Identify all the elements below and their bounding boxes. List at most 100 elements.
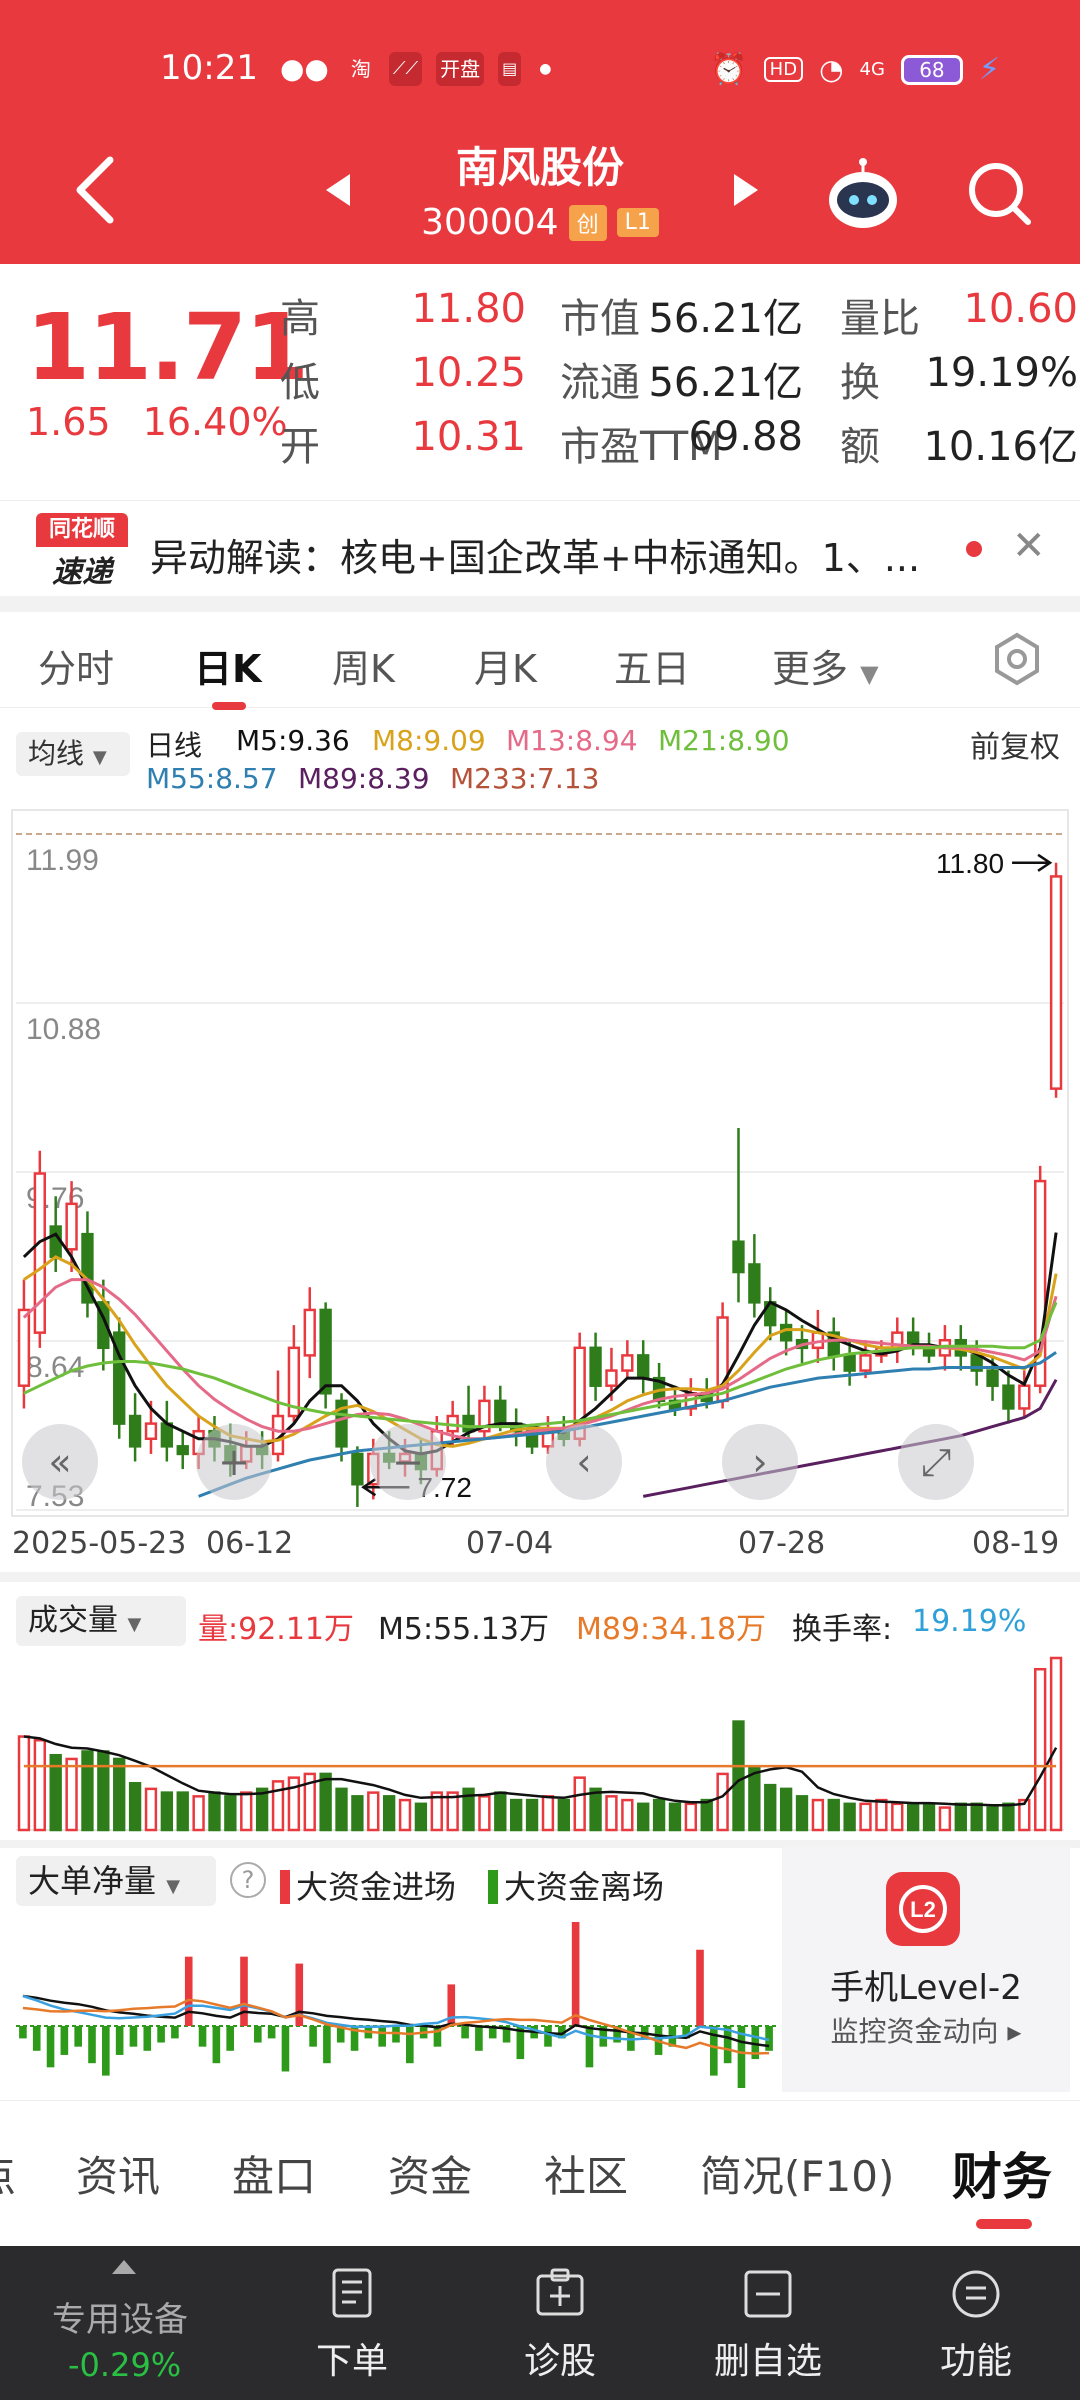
tab-orderbook[interactable]: 盘口 — [232, 2143, 316, 2204]
big-order-selector[interactable]: 大单净量 ▼ — [16, 1856, 216, 1906]
order-button[interactable]: 下单 — [272, 2266, 432, 2384]
candle-up — [33, 1172, 46, 1334]
quote-value: 69.88 — [688, 414, 803, 460]
news-text[interactable]: 异动解读：核电+国企改革+中标通知。1、... — [150, 527, 920, 582]
scroll-left-button[interactable]: ‹ — [546, 1424, 622, 1500]
tab-more[interactable]: 更多 ▼ — [772, 638, 879, 693]
tab-more-label: 更多 — [772, 647, 849, 691]
outflow-bar — [157, 2026, 165, 2043]
volume-bar-down — [557, 1798, 570, 1832]
device-change: -0.29% — [68, 2346, 182, 2384]
scroll-right-button[interactable]: › — [722, 1424, 798, 1500]
volume-bar-up — [398, 1798, 412, 1832]
signal-icon: 4G — [859, 59, 885, 80]
help-icon[interactable]: ? — [230, 1862, 266, 1898]
legend-inflow-label: 大资金进场 — [296, 1868, 457, 1906]
volume-bar-down — [795, 1795, 809, 1832]
big-order-chart[interactable] — [0, 1912, 780, 2092]
active-tab-indicator — [976, 2219, 1032, 2229]
volume-bar-up — [478, 1795, 491, 1832]
functions-button[interactable]: 功能 — [896, 2266, 1056, 2384]
quote-key: 额 — [840, 424, 880, 470]
tab-partial[interactable]: 点 — [0, 2143, 16, 2204]
diagnose-button[interactable]: 诊股 — [480, 2266, 640, 2384]
zoom-in-button[interactable]: + — [196, 1424, 272, 1500]
volume-m89: M89:34.18万 — [576, 1612, 767, 1647]
next-stock-icon[interactable] — [726, 170, 766, 210]
volume-bar-down — [954, 1802, 967, 1832]
candle-down — [589, 1346, 602, 1387]
search-icon[interactable] — [964, 158, 1034, 228]
news-logo-top: 同花顺 — [36, 513, 128, 547]
volume-selector[interactable]: 成交量 ▼ — [16, 1596, 186, 1646]
outflow-bar — [406, 2026, 414, 2064]
volume-bar-up — [716, 1772, 729, 1832]
tab-finance[interactable]: 财务 — [952, 2137, 1052, 2209]
news-ticker[interactable]: 同花顺 速递 异动解读：核电+国企改革+中标通知。1、... ✕ — [0, 500, 1080, 596]
outflow-bar — [115, 2026, 124, 2055]
y-tick-label: 11.99 — [26, 844, 99, 877]
tab-intraday[interactable]: 分时 — [38, 638, 114, 693]
settings-gear-icon[interactable] — [990, 632, 1044, 686]
order-doc-icon — [332, 2268, 372, 2318]
fullscreen-button[interactable]: ⤢ — [898, 1424, 974, 1500]
device-label[interactable]: 专用设备 — [52, 2292, 188, 2341]
quote-row: 开 10.31 市盈TTM 69.88 额 10.16亿 — [280, 414, 1080, 474]
volume-bar-up — [144, 1787, 158, 1832]
x-tick-label: 2025-05-23 — [12, 1526, 187, 1561]
chevron-down-icon: ▼ — [92, 747, 107, 768]
outflow-bar — [254, 2026, 262, 2043]
candle-down — [128, 1414, 142, 1448]
zoom-out-button[interactable]: − — [370, 1424, 446, 1500]
volume-bar-down — [732, 1720, 745, 1832]
jump-start-button[interactable]: « — [22, 1424, 98, 1500]
tab-weekly-k[interactable]: 周K — [332, 638, 395, 693]
volume-bar-down — [637, 1802, 650, 1832]
remove-watchlist-button[interactable]: 删自选 — [688, 2266, 848, 2384]
volume-bar-down — [319, 1772, 332, 1832]
board-tag: 创 — [568, 204, 607, 241]
volume-bar-down — [764, 1783, 777, 1832]
candle-up — [303, 1308, 316, 1357]
candle-down — [160, 1422, 174, 1448]
volume-bar-down — [113, 1757, 126, 1832]
volume-bar-up — [859, 1802, 872, 1832]
volume-bar-down — [208, 1791, 221, 1832]
tab-community[interactable]: 社区 — [544, 2143, 628, 2204]
inflow-bar — [240, 1956, 248, 2026]
bottom-action-bar: 专用设备 -0.29% 下单 诊股 删自选 功能 — [0, 2246, 1080, 2400]
candlestick-chart[interactable]: 11.9910.889.768.647.5311.807.72 — [0, 800, 1080, 1530]
y-tick-label: 10.88 — [26, 1013, 101, 1046]
tab-funds[interactable]: 资金 — [388, 2143, 472, 2204]
candle-down — [986, 1369, 999, 1387]
level2-badge-icon: L2 — [886, 1872, 960, 1946]
tab-monthly-k[interactable]: 月K — [474, 638, 537, 693]
close-icon[interactable]: ✕ — [1012, 523, 1046, 569]
tab-five-day[interactable]: 五日 — [614, 638, 690, 693]
quote-value: 10.16亿 — [923, 424, 1078, 470]
outflow-bar — [585, 2026, 594, 2068]
assistant-robot-icon[interactable] — [824, 156, 902, 234]
outflow-bar — [129, 2026, 138, 2047]
outflow-bar — [226, 2026, 234, 2051]
quote-panel: 11.71 1.65 16.40% 高 11.80 市值 56.21亿 量比 1… — [0, 264, 1080, 484]
detail-tabs: 点 资讯 盘口 资金 社区 简况(F10) 财务 — [0, 2100, 1080, 2229]
ma-selector[interactable]: 均线 ▼ — [16, 732, 130, 776]
quote-row: 低 10.25 流通 56.21亿 换 19.19% — [280, 350, 1080, 410]
outflow-bar — [267, 2026, 276, 2039]
level2-promo[interactable]: L2 手机Level-2 监控资金动向 ▸ — [782, 1846, 1070, 2092]
volume-bar-down — [351, 1795, 364, 1832]
outflow-bar — [212, 2026, 221, 2064]
volume-bar-down — [160, 1791, 174, 1832]
tab-f10[interactable]: 简况(F10) — [700, 2143, 894, 2204]
outflow-bar — [19, 2026, 27, 2039]
volume-chart[interactable] — [0, 1652, 1080, 1838]
expand-up-icon[interactable] — [112, 2260, 136, 2274]
order-label: 下单 — [315, 2341, 388, 2382]
tab-daily-k[interactable]: 日K — [194, 638, 261, 693]
ma-legend: 均线 ▼ 日线 M5:9.36 M8:9.09 M13:8.94 M21:8.9… — [0, 712, 1080, 802]
volume-bar-down — [827, 1798, 840, 1832]
tab-news[interactable]: 资讯 — [76, 2143, 160, 2204]
price-adjust-mode[interactable]: 前复权 — [970, 722, 1060, 766]
quote-value: 56.21亿 — [648, 296, 803, 342]
